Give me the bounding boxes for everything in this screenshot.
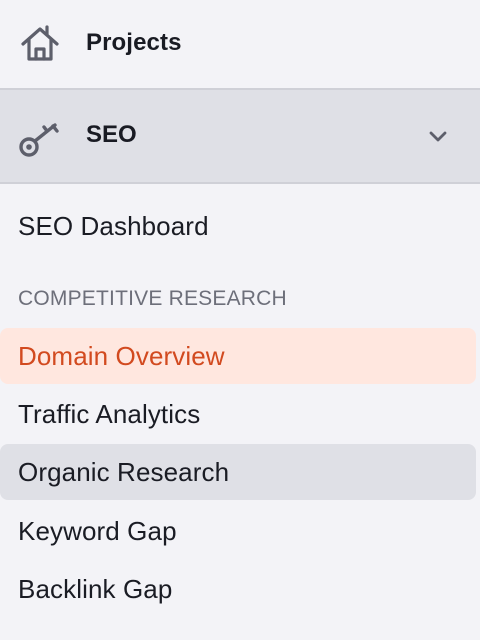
menu-item-keyword-gap[interactable]: Keyword Gap <box>0 503 476 559</box>
menu-item-seo-dashboard[interactable]: SEO Dashboard <box>0 198 476 254</box>
projects-link[interactable]: Projects <box>0 0 480 88</box>
menu-item-organic-research[interactable]: Organic Research <box>0 444 476 500</box>
projects-label: Projects <box>86 29 182 56</box>
seo-label: SEO <box>86 121 137 148</box>
home-icon <box>18 22 62 66</box>
seo-tool-toggle[interactable]: SEO <box>0 88 480 184</box>
menu-item-domain-overview[interactable]: Domain Overview <box>0 328 476 384</box>
key-icon <box>16 112 66 162</box>
chevron-down-icon[interactable] <box>426 124 450 148</box>
section-heading-competitive-research: COMPETITIVE RESEARCH <box>18 287 287 310</box>
menu-item-backlink-gap[interactable]: Backlink Gap <box>0 561 476 617</box>
menu-item-traffic-analytics[interactable]: Traffic Analytics <box>0 386 476 442</box>
sidebar-nav: Projects SEO SEO Dashboard COMPETITIVE R… <box>0 0 480 640</box>
